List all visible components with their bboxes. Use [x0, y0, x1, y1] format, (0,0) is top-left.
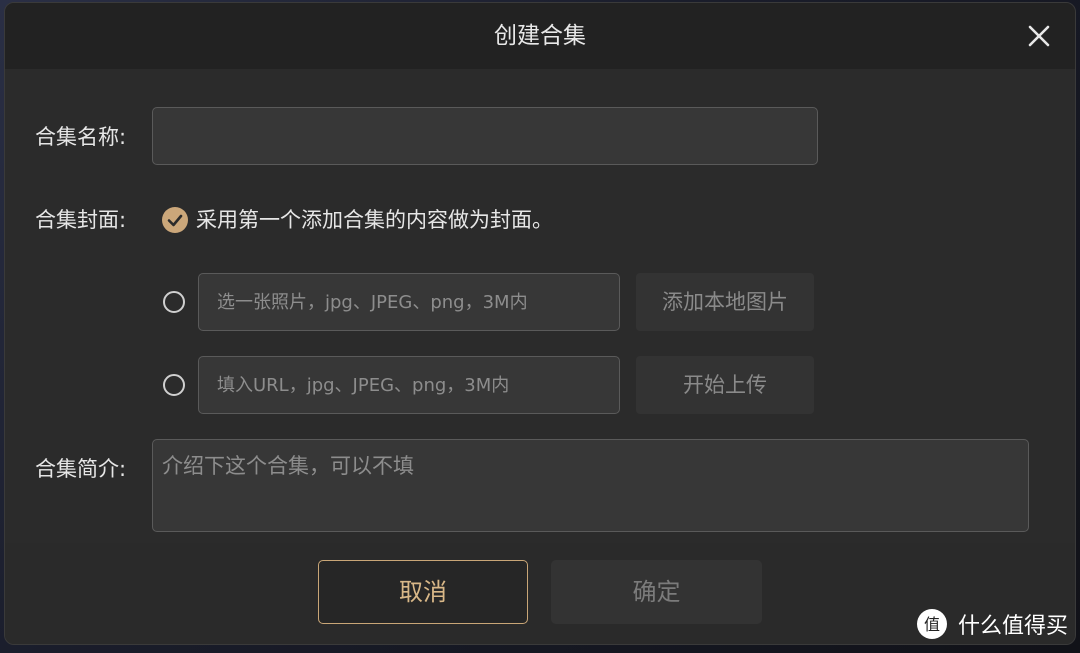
cover-local-field[interactable]	[198, 273, 620, 331]
collection-desc-label: 合集简介:	[35, 457, 127, 481]
watermark: 值 什么值得买	[916, 607, 1068, 641]
dialog-footer	[5, 543, 1075, 644]
collection-desc-field[interactable]	[152, 439, 1029, 532]
create-collection-dialog: 创建合集 合集名称: 合集封面: 采用第一个添加合集的内容做为封面。 添加本地图…	[4, 2, 1076, 645]
cover-default-option-text: 采用第一个添加合集的内容做为封面。	[196, 208, 553, 232]
close-icon[interactable]	[1025, 22, 1053, 50]
checkmark-icon	[167, 214, 183, 227]
confirm-button[interactable]: 确定	[551, 560, 762, 624]
cover-url-field[interactable]	[198, 356, 620, 414]
add-local-image-button[interactable]: 添加本地图片	[636, 273, 814, 331]
cover-local-radio[interactable]	[163, 291, 185, 313]
collection-cover-label: 合集封面:	[35, 208, 127, 232]
cover-default-checked-radio[interactable]	[162, 207, 188, 233]
cover-url-input[interactable]	[199, 357, 619, 413]
watermark-text: 什么值得买	[957, 614, 1068, 639]
smzdm-logo-icon: 值	[916, 609, 947, 639]
collection-name-input[interactable]	[153, 108, 817, 164]
collection-name-field[interactable]	[152, 107, 818, 165]
collection-desc-textarea[interactable]	[153, 440, 1028, 531]
cancel-button[interactable]: 取消	[318, 560, 528, 624]
cover-url-radio[interactable]	[163, 374, 185, 396]
collection-name-label: 合集名称:	[35, 125, 127, 149]
start-upload-button[interactable]: 开始上传	[636, 356, 814, 414]
svg-text:值: 值	[924, 615, 940, 634]
cover-local-input[interactable]	[199, 274, 619, 330]
dialog-title: 创建合集	[494, 23, 586, 49]
